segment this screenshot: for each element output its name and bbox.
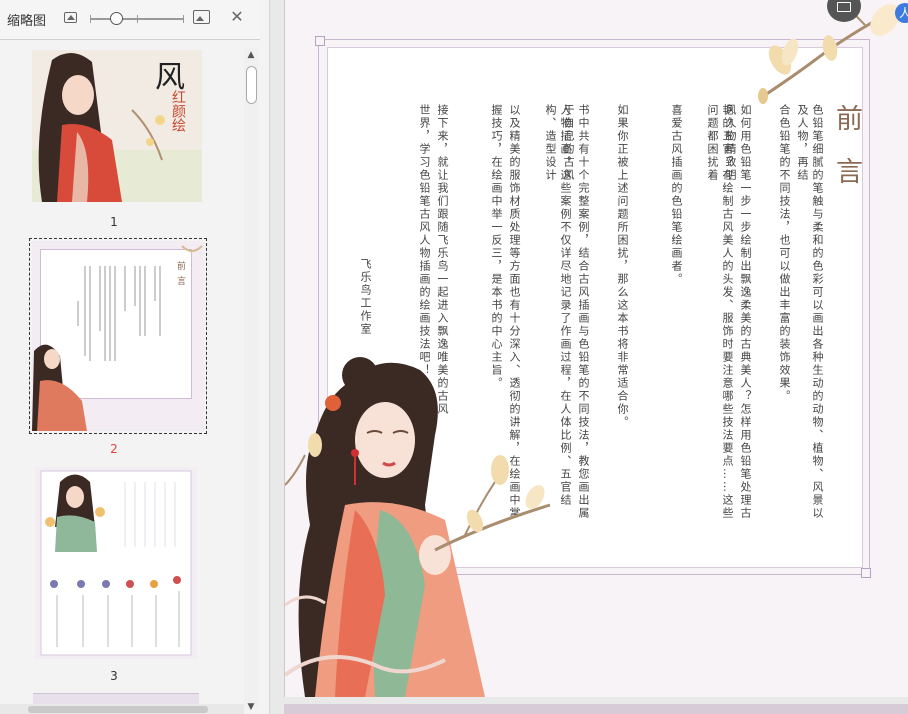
- text-column: 艳的五官？在绘制古风美人的头发、服饰时要注意哪些技法要点……这些问题都困扰着: [706, 104, 734, 520]
- text-column: 合色铅笔的不同技法，也可以做出丰富的装饰效果。: [778, 104, 791, 403]
- cover-subtitle: 红颜绘: [170, 90, 186, 132]
- sidebar-title: 缩略图: [7, 14, 47, 29]
- preface-title: 前言: [831, 104, 862, 210]
- thumbnail-sidebar: 缩略图 ✕ 风 红颜绘 1 前言 2 3 ▲ ▼: [0, 0, 270, 714]
- frame-corner: [315, 36, 325, 46]
- text-column: 色铅笔细腻的笔触与柔和的色彩可以画出各种生动的动物、植物、风景以及人物，再结: [796, 104, 824, 520]
- close-icon[interactable]: ✕: [229, 9, 245, 25]
- thumb3-contents-illustration: [40, 470, 192, 656]
- user-icon[interactable]: 人: [895, 3, 908, 23]
- sidebar-scrollbar[interactable]: [244, 48, 258, 708]
- sidebar-scroll-thumb[interactable]: [246, 66, 257, 104]
- thumbnail-label-1: 1: [110, 215, 118, 229]
- thumbnail-label-3: 3: [110, 669, 118, 683]
- thumbnail-toolbar: 缩略图 ✕: [0, 0, 260, 40]
- document-page: 前言 色铅笔细腻的笔触与柔和的色彩可以画出各种生动的动物、植物、风景以及人物，再…: [284, 0, 908, 697]
- text-column: 喜爱古风插画的色铅笔绘画者。: [670, 104, 683, 286]
- thumbnail-list: 风 红颜绘 1 前言 2 3: [0, 41, 244, 714]
- ancient-beauty-illustration: [285, 357, 551, 697]
- zoom-out-icon[interactable]: [64, 12, 77, 23]
- frame-corner: [861, 568, 871, 578]
- text-column: 如果你正被上述问题所困扰，那么这本书将非常适合你。: [616, 104, 629, 429]
- zoom-slider-knob[interactable]: [110, 12, 123, 25]
- magnolia-branch-top: [758, 0, 906, 104]
- scroll-down-icon[interactable]: ▼: [244, 700, 258, 714]
- thumbnail-label-2: 2: [110, 442, 118, 456]
- zoom-slider[interactable]: [90, 12, 184, 25]
- zoom-in-icon[interactable]: [193, 10, 210, 24]
- thumb2-text-lines: [32, 245, 203, 431]
- thumbnail-page-1[interactable]: 风 红颜绘: [32, 50, 202, 202]
- sidebar-horizontal-scroll-thumb[interactable]: [28, 706, 208, 713]
- thumbnail-page-2[interactable]: 前言: [32, 241, 204, 431]
- thumbnail-page-3[interactable]: [35, 467, 197, 659]
- scroll-up-icon[interactable]: ▲: [244, 48, 258, 62]
- document-view[interactable]: 前言 色铅笔细腻的笔触与柔和的色彩可以画出各种生动的动物、植物、风景以及人物，再…: [271, 0, 908, 714]
- next-page-edge: [284, 704, 908, 714]
